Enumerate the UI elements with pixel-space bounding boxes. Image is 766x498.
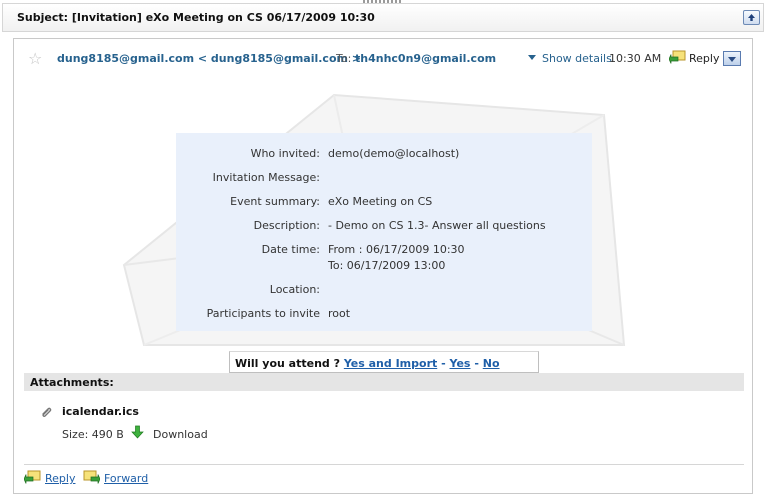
invitation-details: Who invited: demo(demo@localhost) Invita… [176, 133, 592, 331]
attachment-file-name[interactable]: icalendar.ics [62, 405, 139, 418]
message-time: 10:30 AM [609, 52, 662, 65]
location-label: Location: [269, 283, 320, 296]
event-summary-value: eXo Meeting on CS [328, 195, 433, 208]
who-invited-value: demo(demo@localhost) [328, 147, 460, 160]
attend-question: Will you attend ? [235, 357, 340, 370]
event-summary-label: Event summary: [230, 195, 320, 208]
scroll-top-button[interactable] [743, 10, 760, 25]
separator: - [441, 357, 446, 370]
participants-value: root [328, 307, 351, 320]
divider [24, 464, 744, 465]
description-value: - Demo on CS 1.3- Answer all questions [328, 219, 546, 232]
attachment-size: Size: 490 B [62, 428, 124, 441]
reply-link[interactable]: Reply [45, 472, 75, 485]
forward-icon[interactable] [83, 470, 100, 485]
paperclip-icon [42, 407, 52, 418]
invitation-message-label: Invitation Message: [212, 171, 320, 184]
attend-question-row: Will you attend ? Yes and Import - Yes -… [235, 357, 500, 370]
date-time-label: Date time: [261, 243, 320, 256]
to-label: To: [336, 52, 352, 65]
subject-title: Subject: [Invitation] eXo Meeting on CS … [17, 11, 375, 24]
reply-label: Reply [689, 52, 720, 65]
reply-icon[interactable] [24, 470, 41, 485]
show-details-label: Show details [542, 52, 612, 65]
star-icon[interactable]: ☆ [28, 51, 42, 67]
from-address[interactable]: dung8185@gmail.com < dung8185@gmail.com … [57, 52, 361, 65]
message-header: ☆ dung8185@gmail.com < dung8185@gmail.co… [14, 39, 752, 75]
separator: - [474, 357, 479, 370]
download-link[interactable]: Download [153, 428, 208, 441]
arrow-up-icon [748, 14, 755, 21]
forward-link[interactable]: Forward [104, 472, 148, 485]
participants-label: Participants to invite [206, 307, 320, 320]
to-address[interactable]: th4nhc0n9@gmail.com [355, 52, 496, 65]
date-time-from: From : 06/17/2009 10:30 [328, 243, 465, 256]
who-invited-label: Who invited: [250, 147, 320, 160]
download-icon[interactable] [131, 425, 144, 439]
attend-prompt: Will you attend ? Yes and Import - Yes -… [229, 351, 539, 373]
chevron-down-icon [528, 55, 536, 60]
more-actions-dropdown[interactable] [723, 51, 741, 66]
yes-and-import-link[interactable]: Yes and Import [344, 357, 437, 370]
yes-link[interactable]: Yes [450, 357, 471, 370]
date-time-to: To: 06/17/2009 13:00 [328, 259, 446, 272]
message-panel: ☆ dung8185@gmail.com < dung8185@gmail.co… [13, 38, 753, 494]
attachments-header: Attachments: [24, 373, 744, 391]
description-label: Description: [253, 219, 320, 232]
subject-bar: Subject: [Invitation] eXo Meeting on CS … [2, 3, 764, 32]
chevron-down-icon [728, 57, 736, 62]
attachments-title: Attachments: [30, 376, 114, 389]
no-link[interactable]: No [483, 357, 500, 370]
show-details-link[interactable]: Show details [528, 52, 612, 65]
reply-icon [669, 50, 686, 64]
